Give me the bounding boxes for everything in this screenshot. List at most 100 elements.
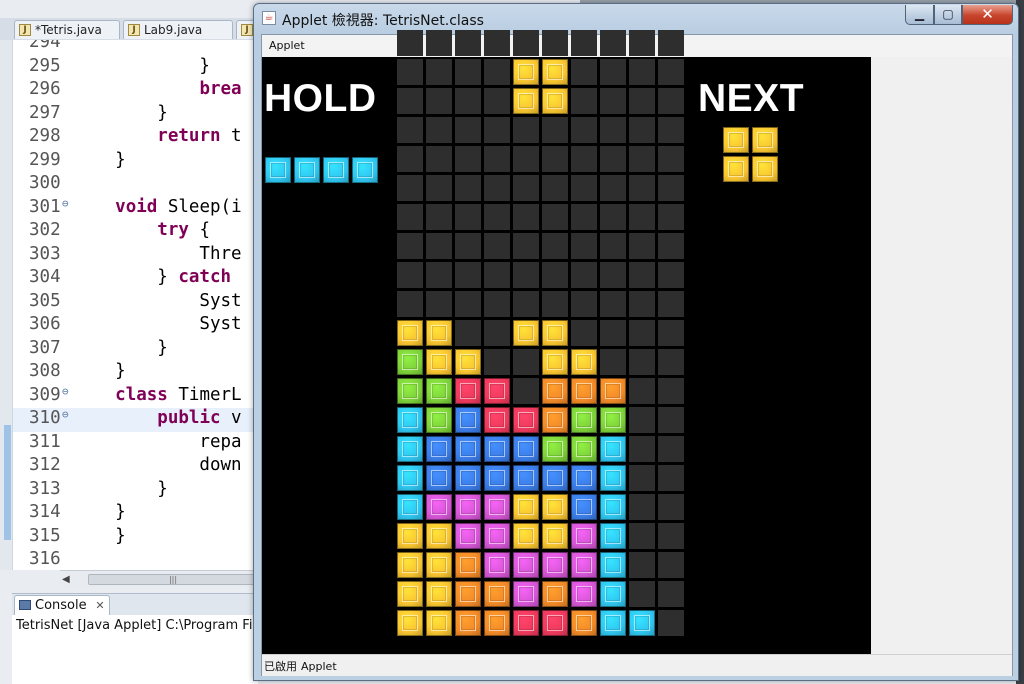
tetromino-block — [542, 610, 568, 636]
code-text: } — [73, 55, 210, 76]
line-number: 307 — [29, 337, 61, 358]
maximize-button[interactable]: ▢ — [934, 5, 962, 25]
tetromino-block — [600, 523, 626, 549]
board-cell-empty — [455, 59, 481, 85]
tetromino-block — [397, 523, 423, 549]
tetromino-block — [426, 320, 452, 346]
board-cell-empty — [629, 262, 655, 288]
console-view[interactable]: TetrisNet [Java Applet] C:\Program Files — [12, 615, 271, 684]
code-text: Syst — [73, 290, 242, 311]
board-cell-empty — [658, 233, 684, 259]
line-number: 303 — [29, 243, 61, 264]
applet-client-area: Applet HOLD NEXT 已啟用 Applet — [261, 30, 1013, 676]
board-cell-empty — [484, 59, 510, 85]
fold-toggle-icon[interactable]: ⊖ — [62, 408, 69, 421]
board-cell-empty — [629, 581, 655, 607]
board-cell-empty — [484, 88, 510, 114]
code-line: 314 } — [13, 502, 259, 526]
board-cell-empty — [513, 175, 539, 201]
tetromino-block — [484, 581, 510, 607]
code-text: Thre — [73, 243, 242, 264]
board-cell-empty — [658, 262, 684, 288]
code-line: 299 } — [13, 150, 259, 174]
board-cell-empty — [571, 262, 597, 288]
tetromino-block — [571, 378, 597, 404]
board-cell-empty — [542, 146, 568, 172]
code-line: 297 } — [13, 103, 259, 127]
code-line: 306 Syst — [13, 314, 259, 338]
tetromino-block — [397, 436, 423, 462]
board-cell-empty — [658, 349, 684, 375]
code-text: down — [73, 455, 242, 475]
tab-console[interactable]: Console ✕ — [14, 595, 110, 616]
tetromino-block — [542, 88, 568, 114]
line-number: 296 — [29, 79, 61, 99]
line-number: 301 — [29, 196, 61, 217]
close-window-button[interactable]: ✕ — [962, 5, 1013, 25]
keyword: class — [115, 384, 168, 405]
tetromino-block — [397, 407, 423, 433]
tetromino-block — [455, 407, 481, 433]
tetromino-block — [600, 494, 626, 520]
tetris-canvas[interactable]: HOLD NEXT — [262, 30, 871, 654]
fold-toggle-icon[interactable]: ⊖ — [62, 385, 69, 398]
applet-viewer-window: ☕ Applet 檢視器: TetrisNet.class ▁ ▢ ✕ Appl… — [253, 3, 1019, 681]
tetromino-block — [542, 581, 568, 607]
tetromino-block — [542, 523, 568, 549]
board-cell-empty — [426, 59, 452, 85]
code-text: } — [73, 149, 126, 170]
tab-lab9-java[interactable]: J Lab9.java — [123, 20, 233, 39]
board-cell-empty — [455, 262, 481, 288]
board-cell-empty — [426, 88, 452, 114]
scroll-left-arrow-icon[interactable]: ◀ — [62, 571, 70, 588]
tetromino-block — [484, 523, 510, 549]
board-cell-empty — [629, 552, 655, 578]
line-number: 304 — [29, 267, 61, 287]
tetromino-block — [397, 581, 423, 607]
code-text: Syst — [73, 314, 242, 334]
code-text: return t — [157, 126, 242, 146]
window-titlebar[interactable]: ☕ Applet 檢視器: TetrisNet.class ▁ ▢ ✕ — [254, 4, 1018, 32]
hold-piece-block — [352, 157, 378, 183]
tetromino-block — [513, 523, 539, 549]
board-cell-empty — [513, 262, 539, 288]
board-cell-empty — [629, 349, 655, 375]
code-text: } — [73, 337, 168, 358]
keyword: try — [157, 220, 189, 240]
tetromino-block — [600, 436, 626, 462]
scrollbar-thumb[interactable]: ||| — [88, 574, 258, 585]
line-number: 315 — [29, 525, 61, 546]
tetromino-block — [600, 610, 626, 636]
horizontal-scrollbar[interactable]: ◀ ||| — [60, 570, 258, 588]
code-line: 296 brea — [13, 79, 259, 103]
board-cell-empty — [455, 291, 481, 317]
board-cell-empty — [484, 233, 510, 259]
board-cell-empty — [600, 30, 626, 56]
code-line: 302 try { — [13, 220, 259, 244]
tab-tetris-java[interactable]: J *Tetris.java — [14, 20, 120, 39]
tetromino-block — [455, 436, 481, 462]
code-editor[interactable]: 294 295 } 296 brea 297 } 298 return t 299 } 3… — [12, 40, 259, 570]
board-cell-empty — [397, 204, 423, 230]
board-cell-empty — [629, 494, 655, 520]
console-tab-label: Console — [35, 598, 87, 613]
close-icon[interactable]: ✕ — [95, 596, 104, 616]
tetromino-block — [571, 610, 597, 636]
tetromino-block — [542, 59, 568, 85]
board-cell-empty — [629, 378, 655, 404]
board-cell-empty — [571, 204, 597, 230]
board-cell-empty — [600, 233, 626, 259]
minimize-button[interactable]: ▁ — [905, 5, 934, 25]
board-cell-empty — [397, 59, 423, 85]
code-line: 313 } — [13, 479, 259, 503]
menu-applet[interactable]: Applet — [269, 39, 305, 52]
code-text: } — [73, 102, 168, 123]
code-text: } catch — [73, 267, 232, 287]
fold-toggle-icon[interactable]: ⊖ — [62, 197, 69, 210]
board-cell-empty — [658, 30, 684, 56]
tetromino-block — [484, 610, 510, 636]
java-file-icon: J — [19, 24, 31, 36]
code-line: 315 } — [13, 526, 259, 550]
tetromino-block — [513, 59, 539, 85]
